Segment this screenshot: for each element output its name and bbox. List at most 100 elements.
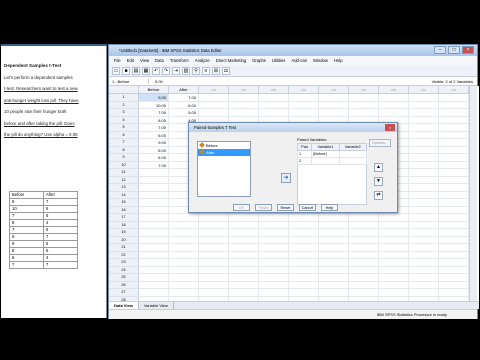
data-cell[interactable]: 6.00 bbox=[139, 154, 169, 162]
data-cell[interactable] bbox=[259, 221, 289, 229]
menu-item-graphs[interactable]: Graphs bbox=[249, 57, 269, 64]
data-cell[interactable] bbox=[259, 244, 289, 252]
menu-item-add-ons[interactable]: Add-ons bbox=[288, 57, 310, 64]
data-cell[interactable] bbox=[439, 101, 469, 109]
data-cell[interactable] bbox=[319, 274, 349, 282]
data-cell[interactable] bbox=[439, 146, 469, 154]
data-cell[interactable] bbox=[319, 236, 349, 244]
source-variable-list[interactable]: Before After bbox=[197, 141, 251, 197]
pair-variable1[interactable] bbox=[311, 157, 340, 165]
data-cell[interactable] bbox=[349, 274, 379, 282]
cancel-button[interactable]: Cancel bbox=[299, 204, 316, 211]
column-header[interactable]: After bbox=[169, 86, 199, 94]
data-cell[interactable] bbox=[229, 229, 259, 237]
list-item[interactable]: After bbox=[198, 149, 250, 156]
data-cell[interactable] bbox=[379, 214, 409, 222]
data-cell[interactable] bbox=[289, 274, 319, 282]
data-cell[interactable] bbox=[289, 214, 319, 222]
help-button[interactable]: Help bbox=[321, 204, 338, 211]
data-cell[interactable]: 6.00 bbox=[139, 131, 169, 139]
row-header[interactable]: 25 bbox=[109, 274, 139, 282]
find-icon[interactable]: ⚲ bbox=[192, 66, 200, 75]
data-cell[interactable] bbox=[409, 259, 439, 267]
data-cell[interactable] bbox=[409, 251, 439, 259]
data-cell[interactable] bbox=[409, 176, 439, 184]
data-cell[interactable] bbox=[289, 109, 319, 117]
data-cell[interactable] bbox=[379, 289, 409, 297]
data-cell[interactable] bbox=[139, 184, 169, 192]
pair-variable1[interactable]: [Before] bbox=[311, 150, 340, 158]
paste-button[interactable]: Paste bbox=[255, 204, 272, 211]
row-header[interactable]: 13 bbox=[109, 184, 139, 192]
column-header[interactable]: var bbox=[289, 86, 319, 94]
data-cell[interactable] bbox=[379, 281, 409, 289]
data-cell[interactable] bbox=[409, 236, 439, 244]
list-item[interactable]: Before bbox=[198, 142, 250, 149]
column-header[interactable]: var bbox=[409, 86, 439, 94]
weight-cases-icon[interactable]: ⚖ bbox=[222, 66, 230, 75]
column-header[interactable]: var bbox=[349, 86, 379, 94]
cell-value-input[interactable]: 9.00 bbox=[149, 79, 163, 84]
data-cell[interactable] bbox=[199, 274, 229, 282]
data-cell[interactable] bbox=[439, 109, 469, 117]
data-cell[interactable] bbox=[409, 229, 439, 237]
data-cell[interactable] bbox=[139, 266, 169, 274]
row-header[interactable]: 14 bbox=[109, 191, 139, 199]
data-cell[interactable] bbox=[379, 221, 409, 229]
data-cell[interactable] bbox=[349, 221, 379, 229]
data-cell[interactable] bbox=[289, 251, 319, 259]
data-cell[interactable] bbox=[199, 221, 229, 229]
data-cell[interactable] bbox=[319, 229, 349, 237]
data-cell[interactable] bbox=[409, 184, 439, 192]
data-cell[interactable] bbox=[439, 94, 469, 102]
data-cell[interactable] bbox=[199, 236, 229, 244]
row-header[interactable]: 2 bbox=[109, 101, 139, 109]
data-cell[interactable] bbox=[349, 236, 379, 244]
data-cell[interactable] bbox=[409, 274, 439, 282]
data-cell[interactable] bbox=[379, 94, 409, 102]
row-header[interactable]: 23 bbox=[109, 259, 139, 267]
data-cell[interactable] bbox=[199, 289, 229, 297]
data-cell[interactable]: 8.00 bbox=[139, 146, 169, 154]
data-cell[interactable] bbox=[439, 236, 469, 244]
data-cell[interactable] bbox=[409, 101, 439, 109]
minimize-icon[interactable]: – bbox=[434, 46, 446, 54]
data-cell[interactable] bbox=[439, 139, 469, 147]
data-cell[interactable]: 8.00 bbox=[139, 116, 169, 124]
data-cell[interactable] bbox=[199, 244, 229, 252]
data-cell[interactable] bbox=[439, 289, 469, 297]
row-header[interactable]: 12 bbox=[109, 176, 139, 184]
column-header[interactable]: var bbox=[439, 86, 469, 94]
data-cell[interactable] bbox=[379, 244, 409, 252]
data-cell[interactable] bbox=[439, 116, 469, 124]
row-header[interactable]: 20 bbox=[109, 236, 139, 244]
column-header[interactable]: var bbox=[229, 86, 259, 94]
data-cell[interactable] bbox=[139, 214, 169, 222]
data-cell[interactable] bbox=[139, 191, 169, 199]
data-cell[interactable] bbox=[199, 266, 229, 274]
data-cell[interactable] bbox=[169, 289, 199, 297]
data-cell[interactable] bbox=[439, 161, 469, 169]
data-cell[interactable] bbox=[139, 221, 169, 229]
data-cell[interactable] bbox=[319, 221, 349, 229]
tab-data-view[interactable]: Data View bbox=[109, 302, 139, 309]
row-header[interactable]: 10 bbox=[109, 161, 139, 169]
data-cell[interactable] bbox=[439, 266, 469, 274]
menu-item-help[interactable]: Help bbox=[331, 57, 346, 64]
menu-item-view[interactable]: View bbox=[137, 57, 152, 64]
menu-item-utilities[interactable]: Utilities bbox=[269, 57, 289, 64]
variables-icon[interactable]: ▥ bbox=[182, 66, 190, 75]
data-cell[interactable] bbox=[289, 221, 319, 229]
column-header[interactable]: var bbox=[199, 86, 229, 94]
data-cell[interactable] bbox=[289, 281, 319, 289]
ok-button[interactable]: OK bbox=[233, 204, 250, 211]
data-cell[interactable] bbox=[439, 154, 469, 162]
data-cell[interactable] bbox=[169, 274, 199, 282]
data-cell[interactable] bbox=[139, 199, 169, 207]
undo-icon[interactable]: ↶ bbox=[152, 66, 160, 75]
data-cell[interactable] bbox=[139, 259, 169, 267]
data-cell[interactable] bbox=[379, 109, 409, 117]
data-cell[interactable] bbox=[439, 214, 469, 222]
data-cell[interactable] bbox=[199, 214, 229, 222]
row-header[interactable]: 4 bbox=[109, 116, 139, 124]
